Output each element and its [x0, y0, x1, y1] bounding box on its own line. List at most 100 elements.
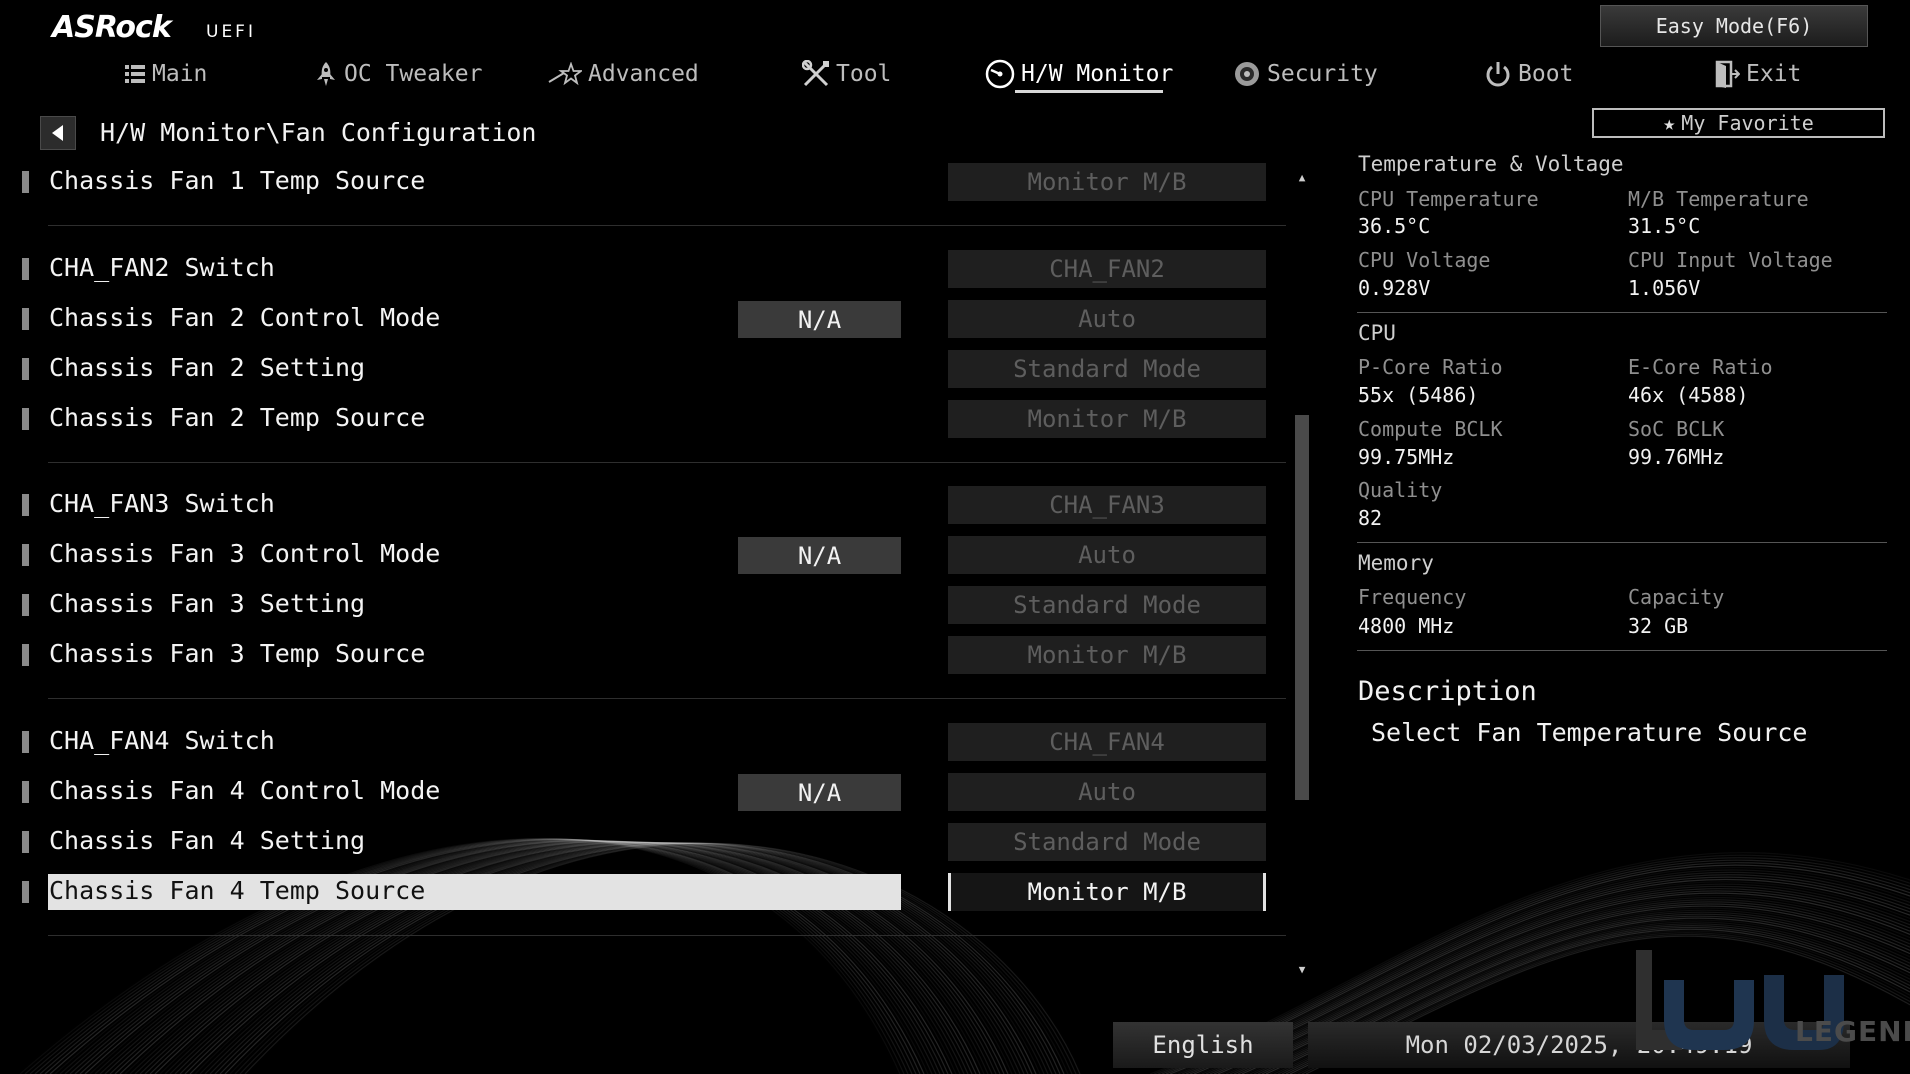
cpu-voltage-value: 0.928V	[1358, 276, 1431, 300]
setting-status-na: N/A	[738, 774, 901, 811]
group-divider	[48, 462, 1286, 463]
back-button[interactable]	[40, 116, 76, 150]
setting-value-dropdown[interactable]: CHA_FAN4	[948, 723, 1266, 761]
soc-bclk-label: SoC BCLK	[1628, 417, 1725, 441]
setting-value-dropdown[interactable]: Auto	[948, 300, 1266, 338]
setting-value-dropdown[interactable]: Monitor M/B	[948, 636, 1266, 674]
memory-capacity-label: Capacity	[1628, 585, 1725, 609]
setting-label[interactable]: Chassis Fan 3 Control Mode	[49, 539, 440, 568]
setting-label[interactable]: Chassis Fan 2 Temp Source	[49, 403, 425, 432]
row-marker	[22, 258, 29, 280]
row-marker	[22, 544, 29, 566]
cpu-voltage-label: CPU Voltage	[1358, 248, 1491, 272]
panel-divider	[1357, 542, 1887, 543]
setting-label[interactable]: Chassis Fan 3 Setting	[49, 589, 365, 618]
group-divider	[48, 698, 1286, 699]
tab-main-label: Main	[152, 61, 208, 87]
star-wand-icon	[548, 62, 582, 86]
my-favorite-button[interactable]: ★ My Favorite	[1592, 108, 1885, 138]
tab-exit[interactable]: Exit	[1714, 56, 1801, 92]
cpu-temp-label: CPU Temperature	[1358, 187, 1539, 211]
group-divider	[48, 935, 1286, 936]
setting-label[interactable]: Chassis Fan 2 Control Mode	[49, 303, 440, 332]
door-exit-icon	[1715, 60, 1740, 88]
tab-boot[interactable]: Boot	[1484, 56, 1573, 92]
pcore-ratio-label: P-Core Ratio	[1358, 355, 1503, 379]
setting-label[interactable]: CHA_FAN4 Switch	[49, 726, 275, 755]
scroll-down-arrow[interactable]: ▼	[1294, 960, 1310, 978]
row-marker	[22, 358, 29, 380]
row-marker	[22, 881, 29, 903]
tab-tool[interactable]: Tool	[802, 56, 891, 92]
setting-value-dropdown[interactable]: Monitor M/B	[948, 873, 1266, 911]
scrollbar-thumb[interactable]	[1295, 415, 1309, 800]
setting-label[interactable]: CHA_FAN3 Switch	[49, 489, 275, 518]
tab-hw-monitor[interactable]: H/W Monitor	[985, 56, 1173, 92]
memory-section-title: Memory	[1358, 551, 1434, 575]
setting-value-dropdown[interactable]: Standard Mode	[948, 823, 1266, 861]
tab-security[interactable]: Security	[1233, 56, 1378, 92]
setting-label[interactable]: Chassis Fan 2 Setting	[49, 353, 365, 382]
easy-mode-button[interactable]: Easy Mode(F6)	[1600, 5, 1868, 47]
setting-value-dropdown[interactable]: Standard Mode	[948, 350, 1266, 388]
setting-label[interactable]: Chassis Fan 1 Temp Source	[49, 166, 425, 195]
power-icon	[1486, 62, 1510, 87]
star-icon: ★	[1663, 111, 1676, 135]
setting-status-na: N/A	[738, 301, 901, 338]
setting-label[interactable]: CHA_FAN2 Switch	[49, 253, 275, 282]
tab-exit-label: Exit	[1746, 61, 1802, 87]
temp-voltage-title: Temperature & Voltage	[1358, 152, 1624, 176]
row-marker	[22, 594, 29, 616]
row-marker	[22, 408, 29, 430]
asrock-logo: ASRock	[52, 10, 172, 45]
row-marker	[22, 831, 29, 853]
language-button[interactable]: English	[1113, 1022, 1293, 1068]
panel-divider	[1357, 312, 1887, 313]
compute-bclk-value: 99.75MHz	[1358, 445, 1455, 469]
description-text: Select Fan Temperature Source	[1371, 718, 1808, 747]
row-marker	[22, 494, 29, 516]
row-marker	[22, 308, 29, 330]
setting-status-na: N/A	[738, 537, 901, 574]
setting-value-dropdown[interactable]: CHA_FAN3	[948, 486, 1266, 524]
memory-capacity-value: 32 GB	[1628, 614, 1689, 638]
tab-hw-monitor-label: H/W Monitor	[1021, 61, 1174, 87]
setting-label[interactable]: Chassis Fan 3 Temp Source	[49, 639, 425, 668]
tab-main[interactable]: Main	[124, 56, 207, 92]
setting-label[interactable]: Chassis Fan 4 Setting	[49, 826, 365, 855]
soc-bclk-value: 99.76MHz	[1628, 445, 1725, 469]
tab-advanced[interactable]: Advanced	[548, 56, 699, 92]
tab-oc-tweaker-label: OC Tweaker	[344, 61, 483, 87]
ecore-ratio-label: E-Core Ratio	[1628, 355, 1773, 379]
setting-value-dropdown[interactable]: CHA_FAN2	[948, 250, 1266, 288]
setting-label[interactable]: Chassis Fan 4 Control Mode	[49, 776, 440, 805]
memory-frequency-value: 4800 MHz	[1358, 614, 1455, 638]
back-arrow-icon	[52, 125, 63, 141]
description-title: Description	[1358, 676, 1537, 707]
gauge-icon	[985, 59, 1015, 89]
setting-label[interactable]: Chassis Fan 4 Temp Source	[49, 876, 425, 905]
row-marker	[22, 731, 29, 753]
tab-advanced-label: Advanced	[588, 61, 699, 87]
uefi-label: UEFI	[206, 22, 256, 42]
mb-temp-label: M/B Temperature	[1628, 187, 1809, 211]
list-icon	[125, 65, 145, 83]
setting-value-dropdown[interactable]: Auto	[948, 773, 1266, 811]
setting-value-dropdown[interactable]: Auto	[948, 536, 1266, 574]
cpu-temp-value: 36.5°C	[1358, 214, 1431, 238]
pcore-ratio-value: 55x (5486)	[1358, 383, 1479, 407]
row-marker	[22, 171, 29, 193]
setting-value-dropdown[interactable]: Standard Mode	[948, 586, 1266, 624]
compute-bclk-label: Compute BCLK	[1358, 417, 1503, 441]
cpu-input-voltage-label: CPU Input Voltage	[1628, 248, 1833, 272]
tab-security-label: Security	[1267, 61, 1378, 87]
tab-boot-label: Boot	[1518, 61, 1574, 87]
watermark-text: LEGEND	[1795, 1015, 1910, 1048]
scroll-up-arrow[interactable]: ▲	[1294, 168, 1310, 186]
setting-value-dropdown[interactable]: Monitor M/B	[948, 400, 1266, 438]
wrench-screwdriver-icon	[802, 60, 829, 87]
quality-value: 82	[1358, 506, 1383, 530]
setting-value-dropdown[interactable]: Monitor M/B	[948, 163, 1266, 201]
mb-temp-value: 31.5°C	[1628, 214, 1701, 238]
tab-oc-tweaker[interactable]: OC Tweaker	[314, 56, 482, 92]
